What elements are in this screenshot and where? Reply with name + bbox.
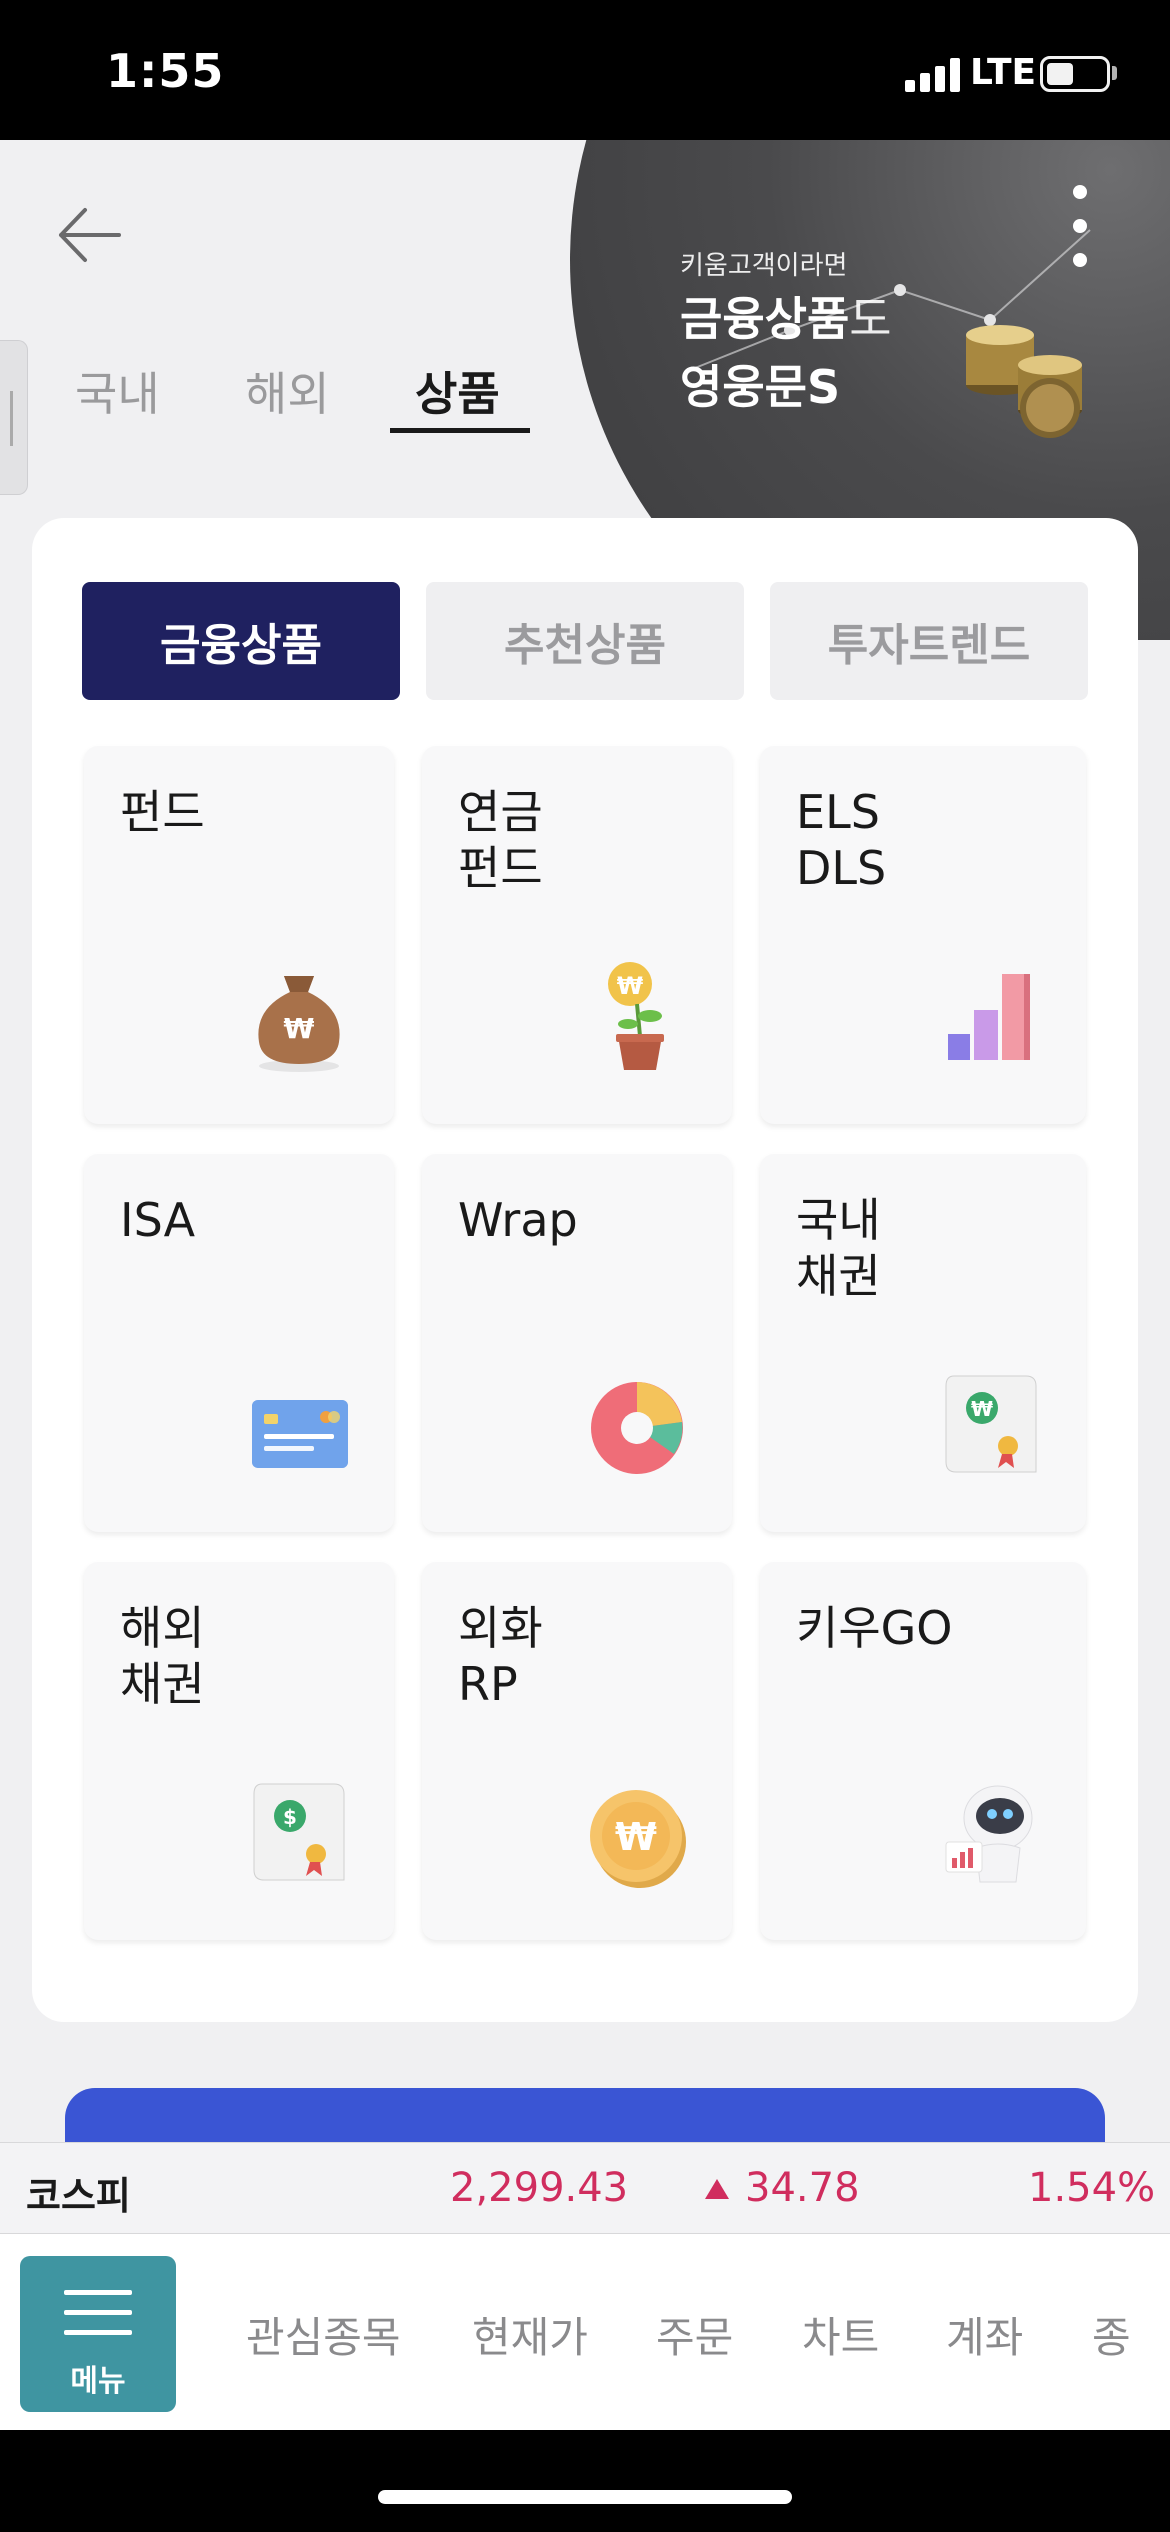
nav-chart[interactable]: 차트 (802, 2304, 879, 2365)
back-arrow-icon[interactable] (55, 200, 125, 270)
tile-label: Wrap (458, 1193, 578, 1247)
menu-button[interactable]: 메뉴 (20, 2256, 176, 2412)
product-card: 금융상품 추천상품 투자트렌드 펀드 ₩ 연금 펀드 ₩ ELS DLS ISA… (32, 518, 1138, 2022)
banner-small-text: 키움고객이라면 (680, 251, 848, 281)
side-drawer-handle[interactable] (0, 340, 28, 495)
tile-isa[interactable]: ISA (84, 1154, 394, 1532)
network-label: LTE (970, 52, 1037, 93)
svg-text:$: $ (283, 1805, 297, 1829)
tile-wrap[interactable]: Wrap (422, 1154, 732, 1532)
tab-domestic[interactable]: 국내 (75, 358, 160, 424)
tile-label: ISA (120, 1193, 196, 1247)
tile-label: 해외 채권 (120, 1601, 205, 1711)
nav-order[interactable]: 주문 (656, 2304, 733, 2365)
robot-icon (936, 1770, 1046, 1890)
tile-label: 연금 펀드 (458, 785, 543, 895)
banner-text: 키움고객이라면 금융상품도 영웅문S (680, 245, 892, 418)
svg-text:₩: ₩ (617, 972, 644, 1000)
coins-image (930, 290, 1110, 440)
up-triangle-icon (705, 2179, 729, 2199)
active-tab-indicator (390, 428, 530, 433)
product-segment-control: 금융상품 추천상품 투자트렌드 (82, 582, 1088, 700)
won-certificate-icon: ₩ (936, 1362, 1046, 1482)
dollar-certificate-icon: $ (244, 1770, 354, 1890)
banner-headline: 금융상품 (680, 292, 850, 346)
segment-recommended[interactable]: 추천상품 (426, 582, 744, 700)
tile-label: 펀드 (120, 785, 205, 839)
tab-overseas[interactable]: 해외 (245, 358, 330, 424)
hamburger-icon (64, 2290, 132, 2350)
nav-watchlist[interactable]: 관심종목 (246, 2304, 401, 2365)
tile-label: ELS DLS (796, 785, 887, 895)
banner-brand: 영웅문S (680, 360, 841, 414)
battery-icon (1040, 56, 1110, 92)
more-icon[interactable] (1070, 185, 1090, 285)
nav-account[interactable]: 계좌 (946, 2304, 1023, 2365)
tile-els-dls[interactable]: ELS DLS (760, 746, 1086, 1124)
svg-text:₩: ₩ (284, 1012, 315, 1045)
svg-text:₩: ₩ (615, 1815, 657, 1859)
credit-card-icon (244, 1362, 354, 1482)
won-coin-icon: ₩ (582, 1770, 692, 1890)
menu-label: 메뉴 (70, 2364, 126, 2399)
tile-fx-rp[interactable]: 외화 RP ₩ (422, 1562, 732, 1940)
status-bar: 1:55 LTE (0, 0, 1170, 140)
nav-current-price[interactable]: 현재가 (472, 2304, 588, 2365)
tile-label: 키우GO (796, 1601, 953, 1655)
tile-kiwoo-go[interactable]: 키우GO (760, 1562, 1086, 1940)
home-indicator[interactable] (378, 2490, 792, 2504)
bottom-nav: 메뉴 관심종목 현재가 주문 차트 계좌 종 (0, 2234, 1170, 2430)
tile-label: 국내 채권 (796, 1193, 881, 1303)
plant-coin-icon: ₩ (582, 954, 692, 1074)
signal-icon (905, 58, 961, 92)
money-bag-icon: ₩ (244, 954, 354, 1074)
svg-text:₩: ₩ (971, 1397, 993, 1421)
tile-label: 외화 RP (458, 1601, 543, 1711)
segment-financial-products[interactable]: 금융상품 (82, 582, 400, 700)
pie-chart-icon (582, 1362, 692, 1482)
segment-investment-trend[interactable]: 투자트렌드 (770, 582, 1088, 700)
ticker-value: 2,299.43 (450, 2165, 629, 2211)
tile-domestic-bonds[interactable]: 국내 채권 ₩ (760, 1154, 1086, 1532)
home-indicator-area (0, 2430, 1170, 2532)
tile-overseas-bonds[interactable]: 해외 채권 $ (84, 1562, 394, 1940)
tab-products[interactable]: 상품 (415, 358, 500, 424)
tile-pension-fund[interactable]: 연금 펀드 ₩ (422, 746, 732, 1124)
market-ticker[interactable]: 코스피 2,299.43 34.78 1.54% (0, 2142, 1170, 2234)
bar-chart-icon (936, 954, 1046, 1074)
tile-fund[interactable]: 펀드 ₩ (84, 746, 394, 1124)
ticker-percent: 1.54% (1028, 2165, 1156, 2211)
ticker-change: 34.78 (745, 2165, 860, 2211)
ticker-name: 코스피 (26, 2174, 131, 2218)
banner-headline-suffix: 도 (849, 292, 892, 346)
nav-more-partial[interactable]: 종 (1092, 2304, 1131, 2365)
status-time: 1:55 (106, 44, 225, 98)
